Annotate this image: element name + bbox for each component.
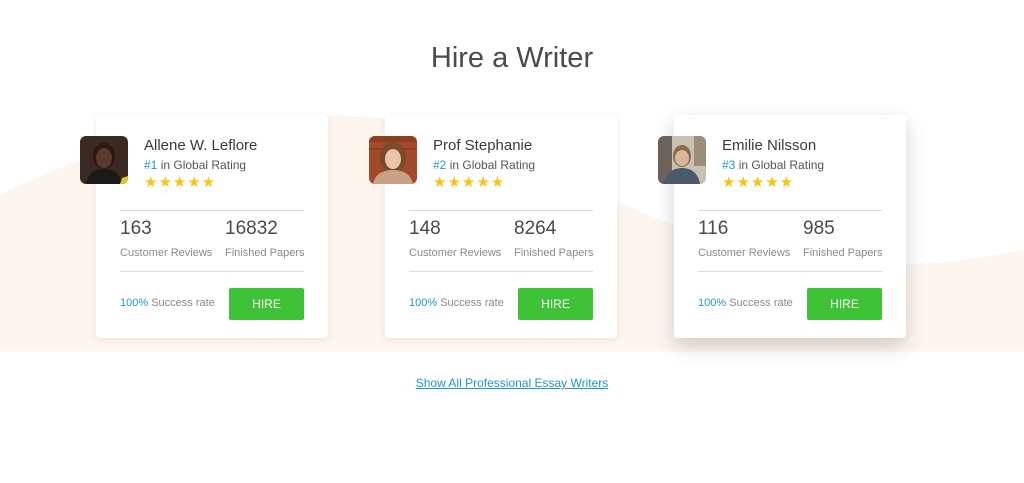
success-rate: 100% Success rate — [698, 297, 793, 309]
finished-papers-count: 16832 — [225, 218, 278, 239]
section-title: Hire a Writer — [430, 42, 594, 74]
customer-reviews-count: 148 — [409, 218, 441, 239]
show-all-writers: Show All Professional Essay Writers — [0, 374, 1024, 392]
customer-reviews-stat: 116 Customer Reviews — [698, 218, 790, 259]
writer-card: Prof Stephanie #2 in Global Rating ★★★★★… — [369, 115, 617, 338]
divider — [120, 271, 304, 272]
customer-reviews-label: Customer Reviews — [409, 247, 502, 259]
finished-papers-label: Finished Papers — [225, 247, 305, 259]
writer-name: Prof Stephanie — [433, 137, 533, 154]
hire-button[interactable]: HIRE — [518, 288, 593, 320]
finished-papers-stat: 8264 Finished Papers — [514, 218, 594, 259]
divider — [698, 210, 882, 211]
finished-papers-count: 985 — [803, 218, 835, 239]
customer-reviews-stat: 148 Customer Reviews — [409, 218, 501, 259]
finished-papers-stat: 985 Finished Papers — [803, 218, 883, 259]
customer-reviews-count: 116 — [698, 218, 729, 239]
star-rating-icon: ★★★★★ — [433, 174, 506, 191]
success-rate-value: 100% — [120, 297, 149, 309]
hire-button[interactable]: HIRE — [807, 288, 882, 320]
writer-card: Allene W. Leflore #1 in Global Rating ★★… — [80, 115, 328, 338]
rating-label: in Global Rating — [735, 158, 825, 172]
rating-label: in Global Rating — [157, 158, 247, 172]
divider — [409, 271, 593, 272]
customer-reviews-count: 163 — [120, 218, 152, 239]
writer-avatar — [80, 136, 128, 184]
finished-papers-label: Finished Papers — [803, 247, 883, 259]
writer-avatar — [658, 136, 706, 184]
success-rate-label: Success rate — [726, 297, 793, 309]
success-rate-label: Success rate — [437, 297, 504, 309]
writer-name: Allene W. Leflore — [144, 137, 258, 154]
customer-reviews-stat: 163 Customer Reviews — [120, 218, 212, 259]
success-rate-value: 100% — [409, 297, 438, 309]
customer-reviews-label: Customer Reviews — [698, 247, 791, 259]
divider — [409, 210, 593, 211]
success-rate: 100% Success rate — [120, 297, 215, 309]
success-rate-value: 100% — [698, 297, 727, 309]
success-rate: 100% Success rate — [409, 297, 504, 309]
star-rating-icon: ★★★★★ — [144, 174, 217, 191]
star-rating-icon: ★★★★★ — [722, 174, 795, 191]
writer-card: Emilie Nilsson #3 in Global Rating ★★★★★… — [658, 115, 906, 338]
success-rate-label: Success rate — [148, 297, 215, 309]
rating-label: in Global Rating — [446, 158, 536, 172]
writer-avatar — [369, 136, 417, 184]
show-all-writers-link[interactable]: Show All Professional Essay Writers — [416, 376, 609, 390]
rank-number: #1 — [144, 158, 158, 172]
finished-papers-label: Finished Papers — [514, 247, 594, 259]
rank-number: #2 — [433, 158, 447, 172]
global-rating: #2 in Global Rating — [433, 158, 535, 172]
rank-number: #3 — [722, 158, 736, 172]
finished-papers-stat: 16832 Finished Papers — [225, 218, 305, 259]
hire-button[interactable]: HIRE — [229, 288, 304, 320]
writer-name: Emilie Nilsson — [722, 137, 817, 154]
customer-reviews-label: Customer Reviews — [120, 247, 213, 259]
finished-papers-count: 8264 — [514, 218, 557, 239]
divider — [698, 271, 882, 272]
global-rating: #1 in Global Rating — [144, 158, 246, 172]
global-rating: #3 in Global Rating — [722, 158, 824, 172]
divider — [120, 210, 304, 211]
